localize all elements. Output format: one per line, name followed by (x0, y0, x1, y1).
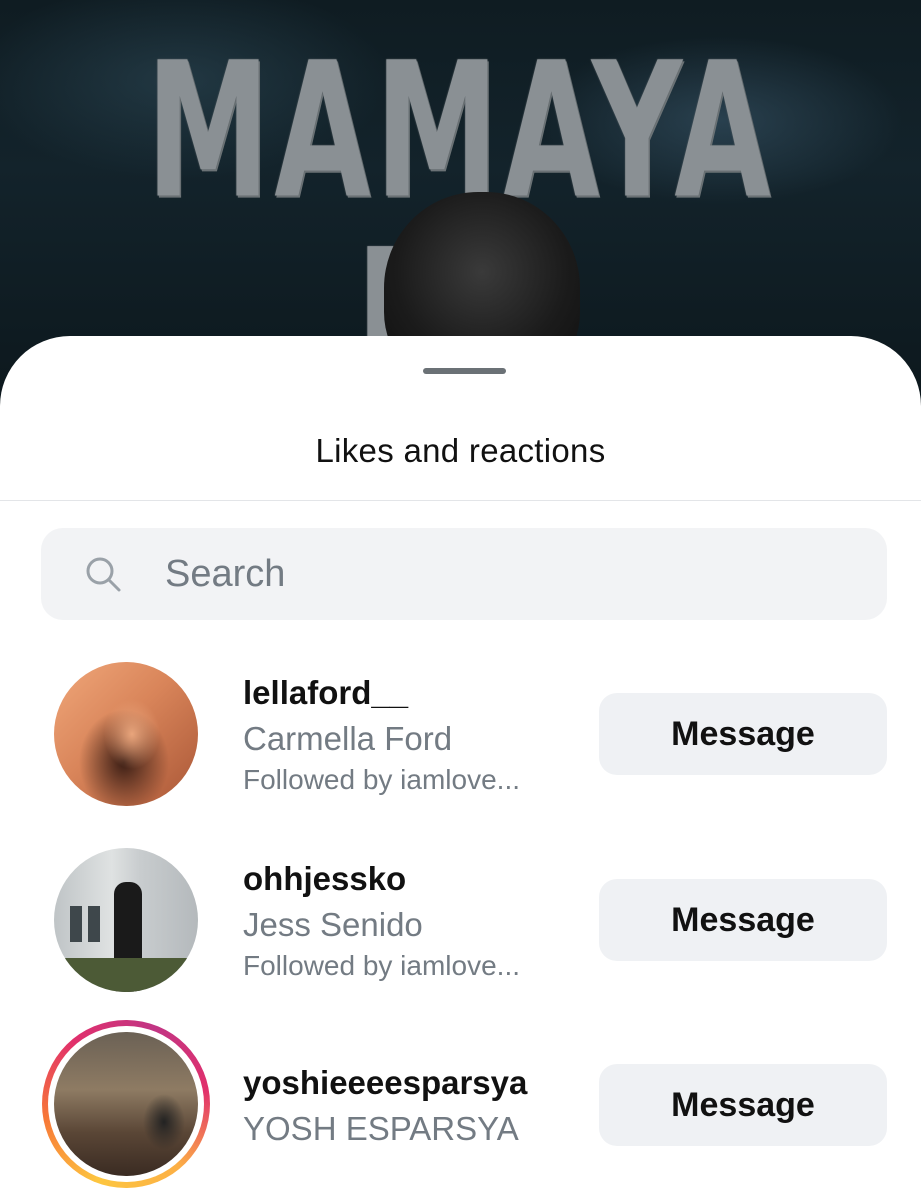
full-name: Jess Senido (243, 906, 423, 943)
message-button[interactable]: Message (599, 1064, 887, 1146)
followed-by-text: Followed by iamlove... (243, 764, 521, 795)
sheet-drag-handle[interactable] (423, 368, 506, 374)
message-button[interactable]: Message (599, 693, 887, 775)
list-item[interactable]: ohhjessko Jess Senido Followed by iamlov… (0, 840, 921, 1000)
avatar[interactable] (54, 848, 198, 992)
avatar (54, 1032, 198, 1176)
username[interactable]: lellaford__ (243, 674, 408, 712)
message-button[interactable]: Message (599, 879, 887, 961)
search-bar[interactable] (41, 528, 887, 620)
list-item[interactable]: lellaford__ Carmella Ford Followed by ia… (0, 654, 921, 814)
username[interactable]: ohhjessko (243, 860, 406, 898)
list-item[interactable]: yoshieeeesparsya YOSH ESPARSYA Message (0, 1020, 921, 1188)
likes-bottom-sheet: Likes and reactions lellaford__ Carmella… (0, 336, 921, 1200)
full-name: YOSH ESPARSYA (243, 1110, 519, 1147)
divider (0, 500, 921, 501)
avatar[interactable] (54, 662, 198, 806)
full-name: Carmella Ford (243, 720, 453, 757)
username[interactable]: yoshieeeesparsya (243, 1064, 527, 1102)
search-input[interactable] (165, 528, 865, 620)
followed-by-text: Followed by iamlove... (243, 950, 521, 981)
story-ring-avatar[interactable] (42, 1020, 210, 1188)
search-icon (86, 557, 121, 592)
sheet-title: Likes and reactions (315, 432, 606, 469)
